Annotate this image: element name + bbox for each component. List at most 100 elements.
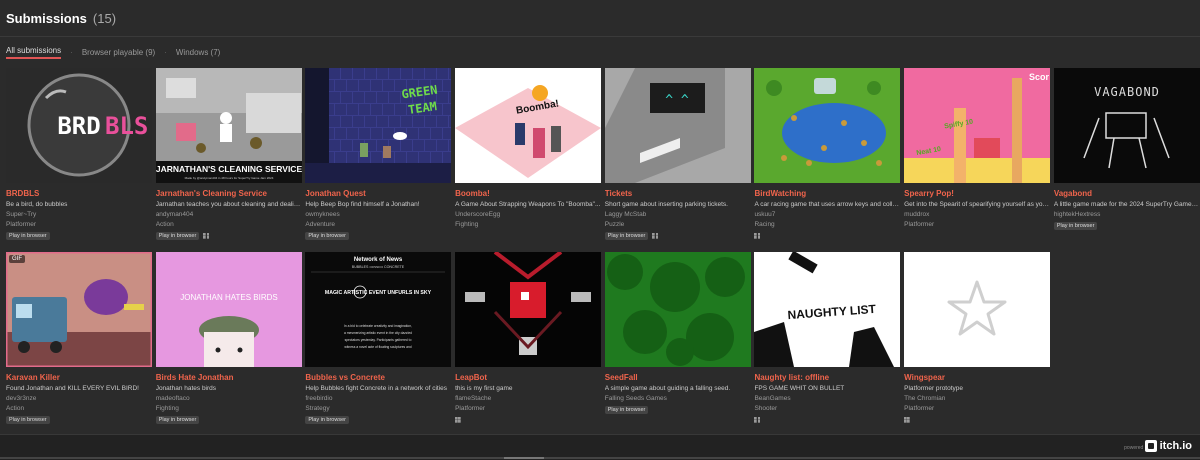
- game-thumbnail[interactable]: Network of News BUBBLES ••••vs•••• CONCRE…: [305, 252, 452, 367]
- itch-logo-icon: [1144, 440, 1157, 452]
- svg-text:Network of News: Network of News: [354, 257, 403, 263]
- game-author[interactable]: Laggy McStab: [605, 211, 751, 218]
- platform-row: [754, 231, 900, 240]
- game-author[interactable]: The Chromian: [904, 395, 1050, 402]
- windows-icon: [652, 232, 659, 239]
- game-thumbnail[interactable]: Boomba!: [455, 68, 602, 183]
- game-author[interactable]: BeanGames: [754, 395, 900, 402]
- game-genre: Platformer: [904, 405, 935, 412]
- game-author[interactable]: flameStache: [455, 395, 601, 402]
- game-thumbnail[interactable]: Spiffy 10 Neat 10 Scor: [904, 68, 1051, 183]
- thumbnail-art: NAUGHTY LIST: [754, 252, 901, 367]
- game-genre: Fighting: [455, 221, 479, 228]
- game-description: Get into the Spearit of spearifying your…: [904, 201, 1051, 208]
- filter-tabs: All submissions · Browser playable (9) · Win…: [0, 41, 1200, 63]
- game-genre: Shooter: [754, 405, 778, 412]
- game-author[interactable]: Falling Seeds Games: [605, 395, 751, 402]
- submission-card[interactable]: Wingspear Platformer prototype The Chromia…: [904, 252, 1051, 436]
- platform-row: Play in browser: [155, 231, 302, 240]
- itch-logo-text: itch.io: [1159, 440, 1192, 452]
- game-title-link[interactable]: Karavan Killer: [6, 373, 152, 382]
- game-thumbnail[interactable]: GREEN TEAM: [305, 68, 452, 183]
- game-title-link[interactable]: BirdWatching: [754, 189, 900, 198]
- game-thumbnail[interactable]: VAGABOND: [1053, 68, 1200, 183]
- game-title-link[interactable]: Jonathan Quest: [305, 189, 451, 198]
- game-title-link[interactable]: Jarnathan's Cleaning Service: [156, 189, 302, 198]
- platform-row: Play in browser: [604, 405, 751, 414]
- game-title-link[interactable]: LeapBot: [455, 373, 601, 382]
- game-author[interactable]: owmyknees: [305, 211, 451, 218]
- game-thumbnail[interactable]: GIF: [6, 252, 152, 367]
- game-thumbnail[interactable]: NAUGHTY LIST: [754, 252, 901, 367]
- game-author[interactable]: hightekHextress: [1054, 211, 1200, 218]
- submission-card[interactable]: JONATHAN HATES BIRDS Birds Hate Jonathan J…: [155, 252, 302, 436]
- game-title-link[interactable]: Boomba!: [455, 189, 601, 198]
- game-description: Help Beep Bop find himself a Jonathan!: [305, 201, 420, 208]
- game-author[interactable]: muddrox: [904, 211, 1050, 218]
- game-thumbnail[interactable]: ^ ^: [604, 68, 751, 183]
- game-title-link[interactable]: Bubbles vs Concrete: [305, 373, 451, 382]
- windows-icon: [455, 416, 462, 423]
- game-author[interactable]: dev3r3nze: [6, 395, 152, 402]
- game-genre: Action: [6, 405, 25, 412]
- game-thumbnail[interactable]: [904, 252, 1051, 367]
- submission-card[interactable]: JARNATHAN'S CLEANING SERVICE Made by @and…: [155, 68, 302, 252]
- game-author[interactable]: UnderscoreEgg: [455, 211, 601, 218]
- svg-text:In a bid to celebrate creativi: In a bid to celebrate creativity and ima…: [344, 324, 412, 328]
- submission-card[interactable]: LeapBot this is my first game flameStache P…: [455, 252, 602, 436]
- game-thumbnail[interactable]: [604, 252, 751, 367]
- play-in-browser-badge: Play in browser: [604, 405, 649, 414]
- game-title-link[interactable]: Tickets: [605, 189, 751, 198]
- game-title-link[interactable]: SeedFall: [605, 373, 751, 382]
- game-title-link[interactable]: Naughty list: offline: [754, 373, 900, 382]
- platform-row: [904, 415, 1050, 424]
- game-author[interactable]: uskuu7: [754, 211, 900, 218]
- thumbnail-art: Network of News BUBBLES ••••vs•••• CONCRE…: [305, 252, 452, 367]
- submission-card[interactable]: Spiffy 10 Neat 10 Scor Spearry Pop! Get into…: [904, 68, 1051, 252]
- play-in-browser-badge: Play in browser: [305, 231, 349, 240]
- platform-row: Play in browser: [6, 231, 152, 240]
- platform-row: [754, 415, 900, 424]
- submission-card[interactable]: BirdWatching A car racing game that uses …: [754, 68, 901, 252]
- game-title-link[interactable]: Vagabond: [1054, 189, 1200, 198]
- submission-card[interactable]: Network of News BUBBLES ••••vs•••• CONCRE…: [305, 252, 452, 436]
- game-thumbnail[interactable]: JONATHAN HATES BIRDS: [155, 252, 302, 367]
- play-in-browser-badge: Play in browser: [305, 415, 349, 424]
- itch-logo[interactable]: itch.io: [1144, 440, 1192, 452]
- game-thumbnail[interactable]: JARNATHAN'S CLEANING SERVICE Made by @and…: [155, 68, 302, 183]
- game-title-link[interactable]: Wingspear: [904, 373, 1050, 382]
- game-genre: Adventure: [305, 221, 336, 228]
- game-author[interactable]: freebirdio: [305, 395, 451, 402]
- game-title-link[interactable]: Spearry Pop!: [904, 189, 1050, 198]
- submission-card[interactable]: GIF Karavan Killer Found Jonathan and KILL…: [6, 252, 152, 436]
- submission-card[interactable]: BRD BLS BRDBLS Be a bird, do bubbles Super~T…: [6, 68, 152, 252]
- page-header: Submissions (15): [0, 0, 1200, 37]
- filter-tab[interactable]: Windows (7): [176, 48, 220, 57]
- submission-card[interactable]: SeedFall A simple game about guiding a fa…: [604, 252, 751, 436]
- submission-card[interactable]: ^ ^ Tickets Short game about inserting par…: [604, 68, 751, 252]
- game-description: A simple game about guiding a falling se…: [604, 385, 731, 392]
- game-genre: Racing: [754, 221, 775, 228]
- game-thumbnail[interactable]: [754, 68, 901, 183]
- svg-text:spectators yesterday. Particip: spectators yesterday. Participants gathe…: [345, 338, 412, 342]
- game-author[interactable]: andyman404: [156, 211, 302, 218]
- game-title-link[interactable]: Birds Hate Jonathan: [156, 373, 302, 382]
- submissions-grid: BRD BLS BRDBLS Be a bird, do bubbles Super~T…: [6, 68, 1200, 436]
- game-thumbnail[interactable]: BRD BLS: [6, 68, 152, 183]
- game-thumbnail[interactable]: [455, 252, 602, 367]
- filter-separator: ·: [70, 47, 73, 57]
- game-author[interactable]: Super~Try: [6, 211, 152, 218]
- thumbnail-art: ^ ^: [604, 68, 751, 183]
- submission-card[interactable]: GREEN TEAM Jonathan Quest Help Beep Bop fin…: [305, 68, 452, 252]
- submission-card[interactable]: VAGABOND Vagabond A little game made for t…: [1053, 68, 1200, 252]
- submission-card[interactable]: NAUGHTY LIST Naughty list: offline FPS GAM…: [754, 252, 901, 436]
- filter-tab[interactable]: Browser playable (9): [82, 48, 155, 57]
- game-title-link[interactable]: BRDBLS: [6, 189, 152, 198]
- submission-card[interactable]: Boomba! Boomba! A Game About Strapping Wea…: [455, 68, 602, 252]
- game-description: Short game about inserting parking ticke…: [604, 201, 728, 208]
- platform-row: Play in browser: [1053, 221, 1200, 230]
- game-author[interactable]: madeoftaco: [156, 395, 302, 402]
- game-description: Jonathan hates birds: [155, 385, 217, 392]
- filter-tab[interactable]: All submissions: [6, 46, 62, 59]
- game-description: Help Bubbles fight Concrete in a network…: [305, 385, 448, 392]
